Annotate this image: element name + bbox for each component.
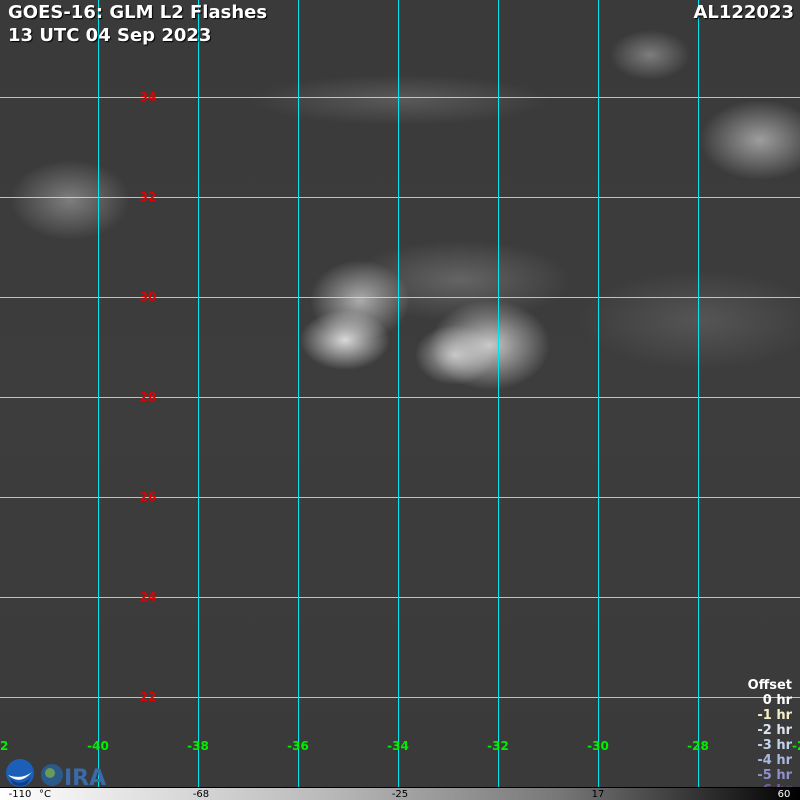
longitude-line	[598, 0, 599, 787]
satellite-map: 343230282624222-40-38-36-34-32-30-28-2 G…	[0, 0, 800, 800]
longitude-label: -30	[587, 739, 609, 753]
longitude-line	[698, 0, 699, 787]
longitude-label: -38	[187, 739, 209, 753]
longitude-label: -36	[287, 739, 309, 753]
latitude-line	[0, 297, 800, 298]
latitude-label: 26	[139, 490, 157, 504]
product-title: GOES-16: GLM L2 Flashes	[8, 2, 268, 23]
longitude-line	[498, 0, 499, 787]
longitude-line	[198, 0, 199, 787]
latitude-label: 34	[139, 90, 157, 104]
colorbar-label: 60	[777, 789, 791, 800]
offset-item: 0 hr	[762, 693, 792, 708]
colorbar-label: -68	[192, 789, 210, 800]
latitude-line	[0, 497, 800, 498]
svg-text:IRA: IRA	[64, 766, 106, 788]
latitude-label: 22	[139, 690, 157, 704]
offset-title: Offset	[747, 678, 792, 693]
latitude-label: 32	[139, 190, 157, 204]
storm-id: AL122023	[693, 2, 794, 23]
offset-item: -1 hr	[757, 708, 792, 723]
latitude-line	[0, 97, 800, 98]
latitude-line	[0, 197, 800, 198]
offset-legend: Offset 0 hr-1 hr-2 hr-3 hr-4 hr-5 hr-6 h…	[748, 678, 792, 798]
latitude-line	[0, 597, 800, 598]
timestamp: 13 UTC 04 Sep 2023	[8, 25, 212, 46]
longitude-label: -40	[87, 739, 109, 753]
latitude-label: 24	[139, 590, 157, 604]
colorbar-label: 17	[591, 789, 605, 800]
colorbar-label: -25	[391, 789, 409, 800]
latitude-line	[0, 697, 800, 698]
latitude-label: 28	[139, 390, 157, 404]
offset-item: -5 hr	[757, 768, 792, 783]
longitude-label: -32	[487, 739, 509, 753]
longitude-label: -2	[792, 739, 800, 753]
latitude-label: 30	[139, 290, 157, 304]
noaa-logo	[6, 759, 34, 787]
temperature-colorbar: -110 °C -68 -25 17 60	[0, 787, 800, 800]
offset-item: -3 hr	[757, 738, 792, 753]
longitude-label: 2	[0, 739, 9, 753]
longitude-line	[98, 0, 99, 787]
longitude-line	[398, 0, 399, 787]
offset-item: -4 hr	[757, 753, 792, 768]
colorbar-label: °C	[39, 789, 51, 800]
longitude-label: -28	[687, 739, 709, 753]
cira-logo: IRA	[41, 764, 106, 788]
colorbar-label: -110	[8, 789, 32, 800]
offset-item: -2 hr	[757, 723, 792, 738]
latitude-line	[0, 397, 800, 398]
longitude-label: -34	[387, 739, 409, 753]
longitude-line	[298, 0, 299, 787]
